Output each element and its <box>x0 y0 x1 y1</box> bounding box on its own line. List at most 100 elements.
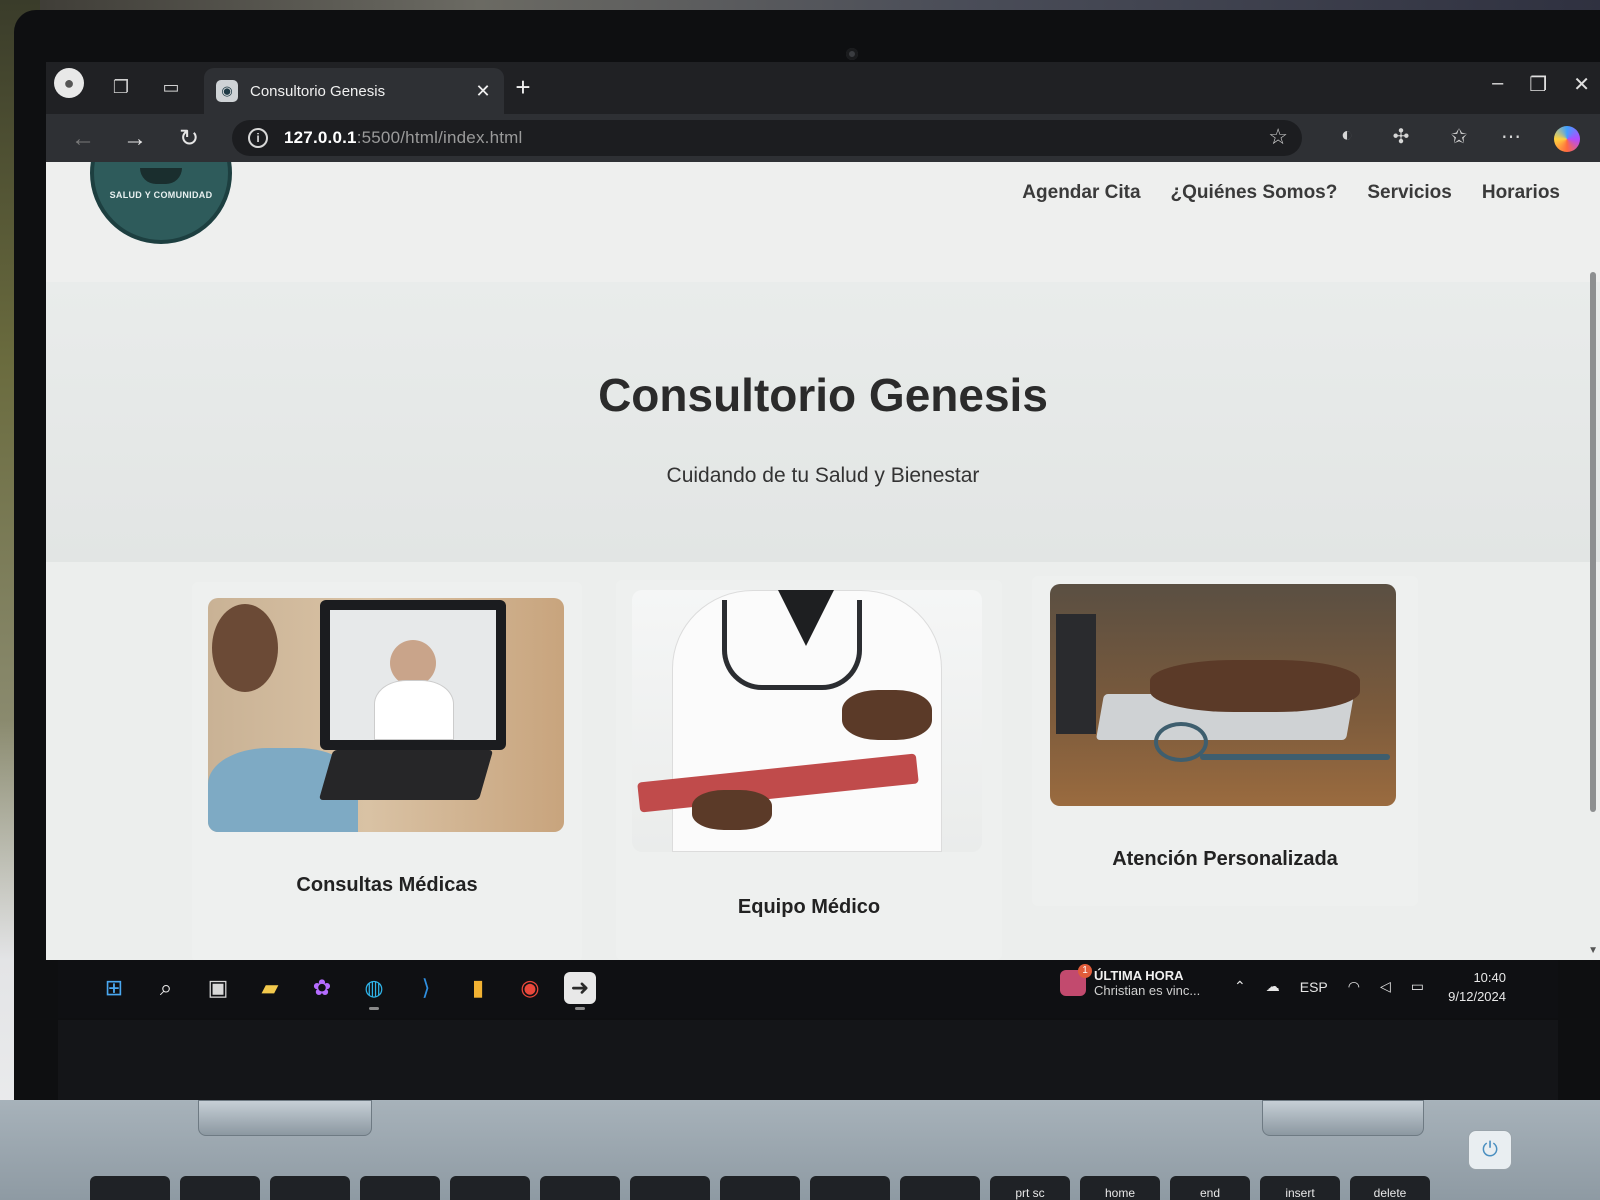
url-text: 127.0.0.1:5500/html/index.html <box>284 128 523 148</box>
key[interactable] <box>540 1176 620 1200</box>
site-header: SALUD Y COMUNIDAD Agendar Cita ¿Quiénes … <box>46 162 1600 282</box>
power-bi-icon[interactable]: ▮ <box>462 972 494 1004</box>
personal-care-image <box>1050 584 1396 806</box>
chrome-icon[interactable]: ◉ <box>514 972 546 1004</box>
favorites-icon[interactable]: ✩ <box>1444 124 1474 149</box>
chevron-up-icon[interactable]: ⌃ <box>1234 978 1246 995</box>
nav-agendar-cita[interactable]: Agendar Cita <box>1022 182 1140 204</box>
news-icon: 1 <box>1060 964 1092 996</box>
nav-servicios[interactable]: Servicios <box>1367 182 1452 204</box>
app-install-icon[interactable]: ➜ <box>564 972 596 1010</box>
info-icon[interactable]: i <box>248 128 268 148</box>
typing-hands <box>1150 660 1360 712</box>
search-icon[interactable]: ⌕ <box>150 972 182 1004</box>
volume-icon[interactable]: ◁ <box>1380 978 1391 995</box>
card-consultas-medicas[interactable]: Consultas Médicas <box>192 582 582 960</box>
workspaces-icon[interactable]: ❐ <box>104 70 138 104</box>
back-icon[interactable]: ← <box>66 122 100 156</box>
address-bar[interactable]: i 127.0.0.1:5500/html/index.html ☆ <box>232 120 1302 156</box>
page-scrollbar[interactable] <box>1590 272 1596 812</box>
key[interactable] <box>450 1176 530 1200</box>
start-icon[interactable]: ⊞ <box>98 972 130 1004</box>
card-title-consultas: Consultas Médicas <box>296 874 478 896</box>
key[interactable] <box>810 1176 890 1200</box>
restore-icon[interactable]: ❐ <box>1529 72 1547 97</box>
main-nav: Agendar Cita ¿Quiénes Somos? Servicios H… <box>1022 182 1560 204</box>
profile-icon[interactable]: ● <box>54 68 84 98</box>
hero-section: Consultorio Genesis Cuidando de tu Salud… <box>46 282 1600 562</box>
url-path: :5500/html/index.html <box>356 128 523 147</box>
close-tab-icon[interactable]: ✕ <box>470 81 496 102</box>
close-window-icon[interactable]: ✕ <box>1573 72 1590 97</box>
consultation-image <box>208 598 564 832</box>
hinge-left <box>198 1100 372 1136</box>
clock-time: 10:40 <box>1473 970 1506 985</box>
tab-consultorio-genesis[interactable]: ◉ Consultorio Genesis ✕ <box>204 68 504 114</box>
more-icon[interactable]: ⋯ <box>1496 124 1526 149</box>
hero-title: Consultorio Genesis <box>598 369 1048 421</box>
card-title-equipo: Equipo Médico <box>737 896 881 918</box>
site-logo[interactable]: SALUD Y COMUNIDAD <box>90 162 232 244</box>
video-call <box>330 610 496 740</box>
forward-icon[interactable]: → <box>118 122 152 156</box>
refresh-icon[interactable]: ↻ <box>172 122 206 156</box>
news-text: ÚLTIMA HORA Christian es vinc... <box>1094 968 1200 998</box>
vertical-tabs-icon[interactable]: ▭ <box>154 70 188 104</box>
patient-head <box>212 604 278 692</box>
news-widget[interactable]: 1 ÚLTIMA HORA Christian es vinc... <box>1060 964 1200 998</box>
tab-title: Consultorio Genesis <box>250 82 386 100</box>
key[interactable] <box>720 1176 800 1200</box>
extensions-puzzle-icon[interactable]: ✣ <box>1386 124 1416 149</box>
onedrive-icon[interactable]: ☁ <box>1266 978 1280 995</box>
stethoscope-tube <box>1200 754 1390 760</box>
copilot-taskbar-icon[interactable]: ✿ <box>306 972 338 1004</box>
favorite-star-icon[interactable]: ☆ <box>1268 124 1288 150</box>
key[interactable] <box>270 1176 350 1200</box>
minimize-icon[interactable]: – <box>1492 72 1503 97</box>
web-page: SALUD Y COMUNIDAD Agendar Cita ¿Quiénes … <box>46 162 1600 960</box>
doctor-hand <box>842 690 932 740</box>
system-clock[interactable]: 10:40 9/12/2024 <box>1448 968 1506 1006</box>
key[interactable] <box>180 1176 260 1200</box>
card-title-atencion: Atención Personalizada <box>1112 848 1338 870</box>
file-explorer-icon[interactable]: ▰ <box>254 972 286 1004</box>
nav-horarios[interactable]: Horarios <box>1482 182 1560 204</box>
site-favicon-icon: ◉ <box>216 80 238 102</box>
key-home[interactable]: home <box>1080 1176 1160 1200</box>
copilot-icon[interactable] <box>1554 126 1580 152</box>
wifi-icon[interactable]: ◠ <box>1348 978 1360 995</box>
vscode-icon[interactable]: ⟩ <box>410 972 442 1004</box>
hero-subtitle: Cuidando de tu Salud y Bienestar <box>666 464 980 487</box>
key[interactable] <box>90 1176 170 1200</box>
laptop-screen <box>320 600 506 750</box>
browser-window: ● ❐ ▭ ◉ Consultorio Genesis ✕ + – ❐ ✕ ← … <box>46 62 1600 960</box>
new-tab-button[interactable]: + <box>508 74 538 100</box>
card-equipo-medico[interactable]: Equipo Médico <box>616 580 1002 960</box>
screen-bezel-bottom <box>58 1020 1558 1100</box>
news-subtitle: Christian es vinc... <box>1094 983 1201 998</box>
logo-text: SALUD Y COMUNIDAD <box>109 190 213 200</box>
card-atencion-personalizada[interactable]: Atención Personalizada <box>1032 576 1418 906</box>
doctor-coat-small <box>374 680 454 740</box>
scroll-down-icon[interactable]: ▼ <box>1588 945 1598 956</box>
power-button-icon[interactable]: ⏻ <box>1468 1130 1512 1170</box>
key[interactable] <box>360 1176 440 1200</box>
url-host: 127.0.0.1 <box>284 128 357 147</box>
doctor-hand-lower <box>692 790 772 830</box>
hinge-right <box>1262 1100 1424 1136</box>
battery-icon[interactable]: ▭ <box>1411 978 1424 995</box>
key-end[interactable]: end <box>1170 1176 1250 1200</box>
news-badge: 1 <box>1078 964 1092 978</box>
windows-taskbar: ⊞ ⌕ ▣ ▰ ✿ ◍ ⟩ ▮ ◉ ➜ 1 ÚLTIMA HORA Christ… <box>58 960 1558 1018</box>
language-indicator[interactable]: ESP <box>1300 979 1328 995</box>
key[interactable] <box>900 1176 980 1200</box>
laptop-screen-side <box>1056 614 1096 734</box>
nav-quienes-somos[interactable]: ¿Quiénes Somos? <box>1171 182 1338 204</box>
key-insert[interactable]: insert <box>1260 1176 1340 1200</box>
extension-icon[interactable]: ◐ <box>1332 124 1362 147</box>
key[interactable] <box>630 1176 710 1200</box>
edge-icon[interactable]: ◍ <box>358 972 390 1010</box>
key-prtsc[interactable]: prt sc <box>990 1176 1070 1200</box>
key-delete[interactable]: delete <box>1350 1176 1430 1200</box>
task-view-icon[interactable]: ▣ <box>202 972 234 1004</box>
